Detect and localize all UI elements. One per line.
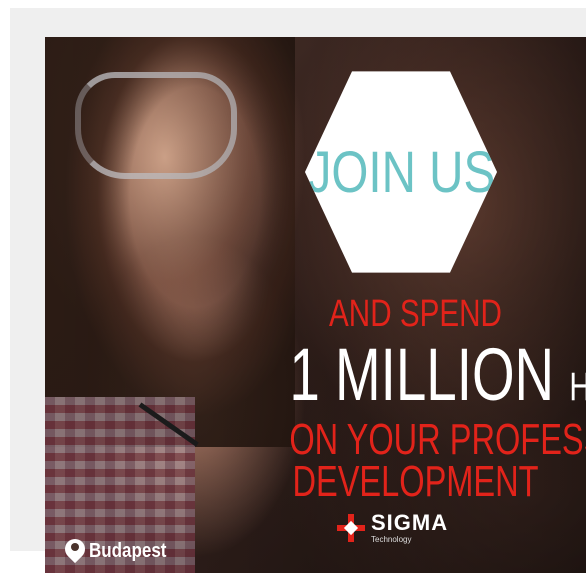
tagline-line-4: DEVELOPMENT <box>292 457 539 506</box>
tagline-amount-line: 1 MILLION HUF <box>289 332 586 417</box>
recruitment-banner[interactable]: JOIN US AND SPEND 1 MILLION HUF ON YOUR … <box>45 37 586 573</box>
sigma-logo-icon <box>337 514 365 542</box>
location-tag: Budapest <box>60 534 180 565</box>
tagline-amount: 1 MILLION <box>289 333 555 416</box>
location-label: Budapest <box>89 539 167 562</box>
logo-name: SIGMA <box>371 510 449 535</box>
logo-wordmark: SIGMA Technology <box>371 512 448 544</box>
map-pin-icon <box>60 534 90 565</box>
badge-title: JOIN US <box>307 139 495 205</box>
logo-subtitle: Technology <box>371 535 412 544</box>
tagline-line-1: AND SPEND <box>329 293 502 335</box>
sigma-logo: SIGMA Technology <box>337 512 448 544</box>
tagline-unit: HUF <box>569 365 586 409</box>
